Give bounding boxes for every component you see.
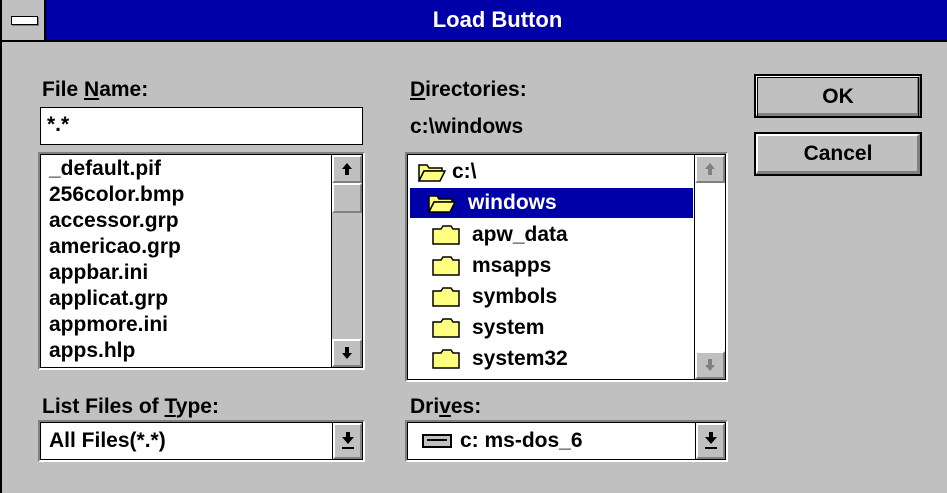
drive-icon [422,434,452,448]
file-list-item[interactable]: applicat.grp [49,286,168,312]
scroll-thumb[interactable] [332,183,362,213]
directories-label: Directories: [410,78,527,101]
title-bar[interactable]: Load Button [2,0,947,42]
window-title: Load Button [432,7,563,32]
file-list-item[interactable]: accessor.grp [49,208,179,234]
file-name-label: File Name: [42,78,149,101]
scroll-down-button[interactable] [332,339,362,367]
current-path: c:\windows [410,115,524,138]
load-button-dialog: Load Button File Name: *.* _default.pif 2… [0,0,947,493]
arrow-up-icon [705,163,715,175]
file-list[interactable]: _default.pif 256color.bmp accessor.grp amer… [38,152,365,370]
file-type-label: List Files of Type: [42,395,219,418]
file-list-item[interactable]: _default.pif [49,156,161,182]
file-name-value: *.* [47,113,70,136]
file-list-item[interactable]: americao.grp [49,234,181,260]
ok-button[interactable]: OK [754,74,922,118]
scroll-up-button[interactable] [332,155,362,183]
directory-item-system32[interactable]: system32 [408,344,695,374]
system-menu-icon[interactable] [2,0,46,40]
arrow-up-icon [342,163,352,175]
folder-icon [432,318,460,338]
dropdown-arrow-icon [704,432,717,449]
folder-open-icon [418,164,446,182]
file-list-scrollbar[interactable] [331,155,362,367]
file-list-item[interactable]: 256color.bmp [49,182,184,208]
folder-icon [432,287,460,307]
folder-open-icon [428,195,456,213]
file-list-item[interactable]: appmore.ini [49,312,168,338]
directory-item-system[interactable]: system [408,313,695,343]
cancel-button[interactable]: Cancel [754,132,922,176]
directory-item-root[interactable]: c:\ [408,157,695,187]
arrow-down-icon [342,347,352,359]
file-type-dropdown-button[interactable] [332,423,362,459]
dir-scroll-down-button[interactable] [695,351,725,379]
file-list-item[interactable]: apps.hlp [49,338,135,364]
arrow-down-icon [705,359,715,371]
folder-icon [432,256,460,276]
directory-item-symbols[interactable]: symbols [408,282,695,312]
directory-list[interactable]: c:\ windows apw_data msapps symbols system s… [405,152,728,382]
file-name-input[interactable]: *.* [40,107,363,145]
dir-scroll-up-button[interactable] [695,155,725,183]
directory-item-windows[interactable]: windows [410,188,693,218]
folder-icon [432,349,460,369]
directory-list-scrollbar[interactable] [694,155,725,379]
directory-item-msapps[interactable]: msapps [408,251,695,281]
dropdown-arrow-icon [341,432,354,449]
file-type-select[interactable]: All Files(*.*) [38,420,365,462]
drives-label: Drives: [410,395,482,418]
folder-icon [432,225,460,245]
drives-select[interactable]: c: ms-dos_6 [405,420,728,462]
directory-item-apw_data[interactable]: apw_data [408,220,695,250]
drives-dropdown-button[interactable] [695,423,725,459]
drive-value: c: ms-dos_6 [460,429,583,452]
file-list-item[interactable]: appbar.ini [49,260,148,286]
file-type-value: All Files(*.*) [49,429,166,452]
